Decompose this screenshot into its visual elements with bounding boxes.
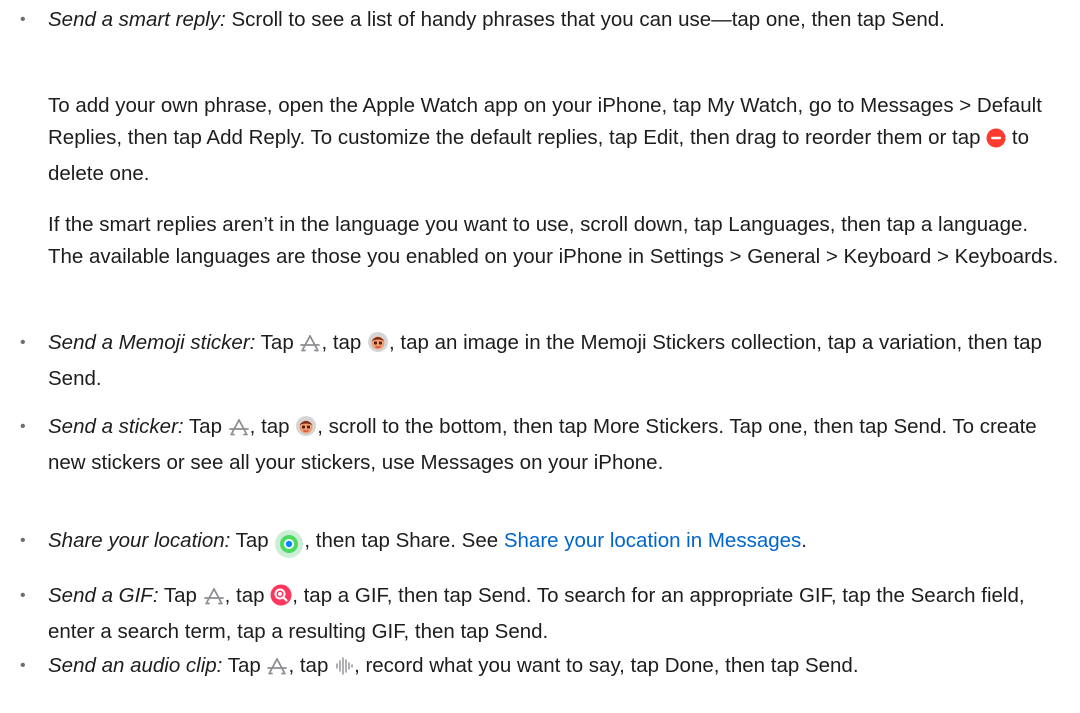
bullet: • — [20, 334, 26, 351]
item-label: Send a sticker: — [48, 415, 184, 438]
memoji-icon — [295, 415, 317, 447]
item-text: Send a Memoji sticker: Tap , tap , tap a… — [48, 331, 1042, 390]
bullet: • — [20, 587, 26, 604]
item-label: Send a smart reply: — [48, 8, 226, 31]
delete-icon — [986, 126, 1006, 158]
bullet: • — [20, 657, 26, 674]
item-label: Send a Memoji sticker: — [48, 331, 256, 354]
app-store-icon — [228, 415, 250, 447]
item-label: Send an audio clip: — [48, 654, 223, 677]
item-text: Send a smart reply: Scroll to see a list… — [48, 8, 945, 31]
app-store-icon — [299, 331, 321, 363]
item-text: Send a sticker: Tap , tap , scroll to th… — [48, 415, 1037, 474]
item-text: Send a GIF: Tap , tap , tap a GIF, then … — [48, 584, 1025, 643]
bullet: • — [20, 11, 26, 28]
item-label: Send a GIF: — [48, 584, 159, 607]
bullet: • — [20, 418, 26, 435]
item-text: Send an audio clip: Tap , tap , record w… — [48, 650, 1068, 686]
item-text: Share your location: Tap , then tap Shar… — [48, 525, 1068, 561]
app-store-icon — [203, 584, 225, 616]
bullet: • — [20, 532, 26, 549]
share-location-link[interactable]: Share your location in Messages — [504, 529, 801, 552]
item-label: Share your location: — [48, 529, 231, 552]
location-icon — [274, 529, 304, 561]
app-store-icon — [266, 654, 288, 686]
gif-search-icon — [270, 584, 292, 616]
audio-waveform-icon — [334, 654, 354, 686]
memoji-icon — [367, 331, 389, 363]
document: • Send a smart reply: Scroll to see a li… — [0, 0, 1080, 713]
